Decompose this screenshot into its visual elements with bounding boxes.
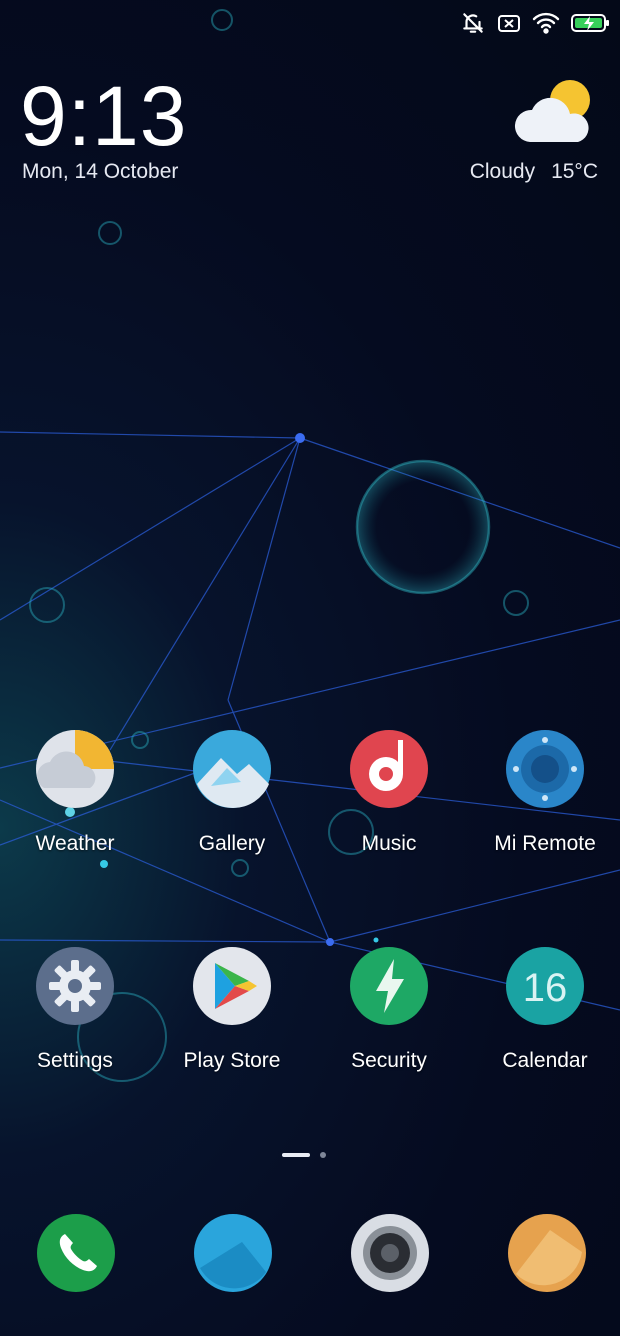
settings-app-icon [34,945,116,1027]
app-calendar[interactable]: 16 Calendar [470,945,620,1085]
gallery-app-icon [191,728,273,810]
app-label: Weather [35,832,115,855]
muted-bell-icon [460,10,486,36]
phone-app-icon [37,1214,115,1292]
weather-temperature: 15°C [551,160,598,183]
no-sim-icon [496,11,522,35]
app-weather[interactable]: Weather [0,728,150,868]
partly-cloudy-icon [510,76,600,146]
battery-charging-icon [570,11,610,35]
mi-remote-app-icon [504,728,586,810]
weather-condition: Cloudy [469,160,536,183]
dock-notes[interactable] [506,1212,588,1294]
page-dot-active[interactable] [282,1153,310,1157]
wifi-icon [532,11,560,35]
app-gallery[interactable]: Gallery [157,728,307,868]
page-dot[interactable] [320,1152,326,1158]
wallpaper [0,9,620,1082]
app-settings[interactable]: Settings [0,945,150,1085]
app-play-store[interactable]: Play Store [157,945,307,1085]
page-indicator[interactable] [0,1152,620,1160]
play-store-app-icon [191,945,273,1027]
app-music[interactable]: Music [314,728,464,868]
app-label: Play Store [183,1049,281,1072]
weather-summary: Cloudy 15°C [470,160,598,184]
security-app-icon [348,945,430,1027]
app-mi-remote[interactable]: Mi Remote [470,728,620,868]
music-app-icon [348,728,430,810]
weather-widget[interactable]: Cloudy 15°C [450,76,600,188]
dock-messaging[interactable] [192,1212,274,1294]
app-label: Mi Remote [494,832,596,855]
notes-app-icon [508,1214,586,1292]
app-security[interactable]: Security [314,945,464,1085]
status-bar [460,8,610,38]
camera-app-icon [351,1214,429,1292]
calendar-day: 16 [523,966,568,1010]
clock-time[interactable]: 9:13 [20,70,188,162]
calendar-app-icon: 16 [504,945,586,1027]
app-label: Security [351,1049,427,1072]
messaging-app-icon [194,1214,272,1292]
clock-date[interactable]: Mon, 14 October [22,160,178,184]
app-label: Gallery [198,832,266,855]
dock-phone[interactable] [35,1212,117,1294]
app-label: Music [361,832,417,855]
dock-camera[interactable] [349,1212,431,1294]
app-label: Settings [37,1049,113,1072]
weather-app-icon [34,728,116,810]
app-label: Calendar [502,1049,588,1072]
